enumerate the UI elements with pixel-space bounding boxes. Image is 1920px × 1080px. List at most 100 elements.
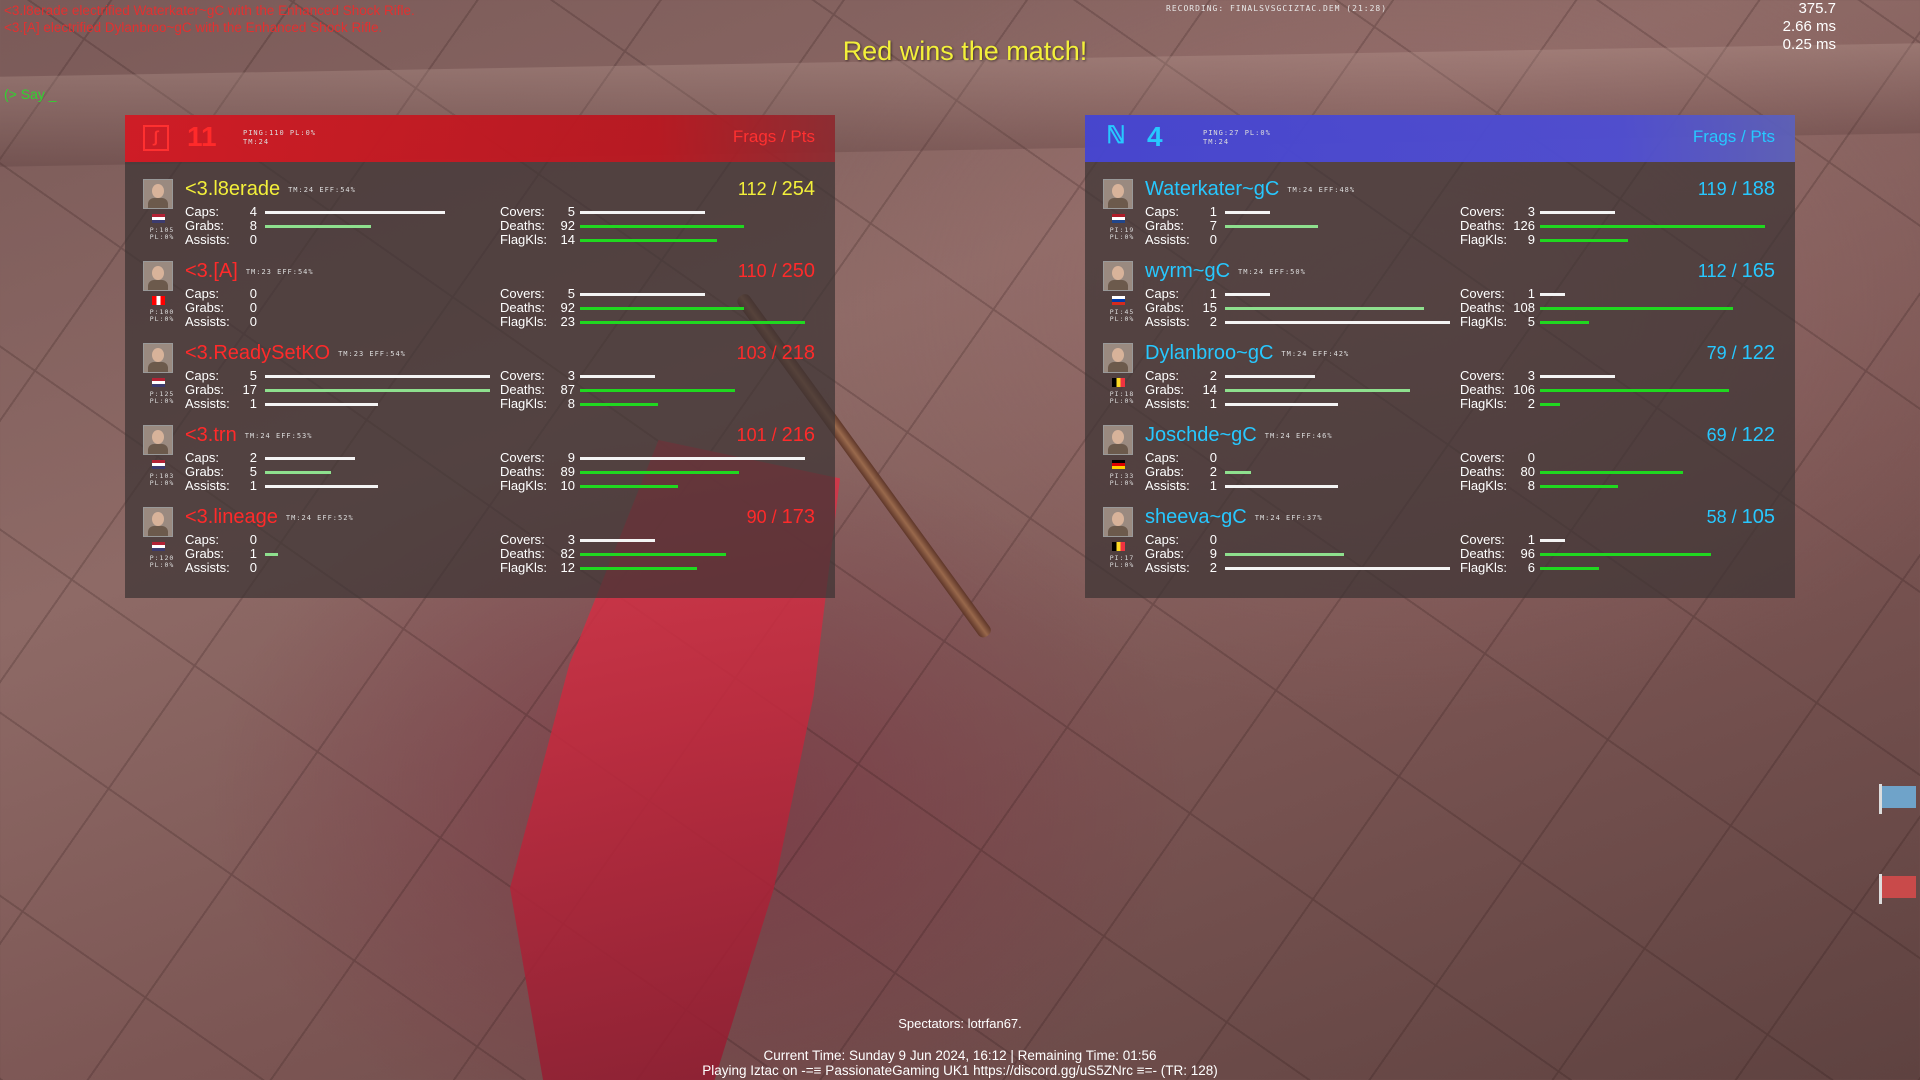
stat-bar <box>580 539 655 542</box>
player-ping-info: P:100 PL:0% <box>142 309 182 323</box>
stat-value: 2 <box>249 450 257 465</box>
blue-team-tm-line: TM:24 <box>1203 138 1230 146</box>
stat-covers: Covers: 1 <box>1460 533 1775 547</box>
player-name: Dylanbroo~gC TM:24 EFF:42% <box>1145 342 1349 365</box>
frags-pts-separator: / <box>766 179 782 199</box>
red-flag-icon <box>1879 874 1916 904</box>
fps-readout: 375.7 <box>1798 0 1836 17</box>
avatar-body <box>1108 280 1128 290</box>
stat-value: 0 <box>249 300 257 315</box>
player-avatar <box>143 261 173 291</box>
stat-bar <box>1225 471 1251 474</box>
stat-bar <box>265 471 331 474</box>
player-frags-pts: 112 / 254 <box>738 178 815 201</box>
player-packetloss: PL:0% <box>1109 315 1135 323</box>
player-frags-pts: 58 / 105 <box>1707 506 1775 529</box>
stat-assists: Assists: 0 <box>1145 233 1460 247</box>
player-row: PI:18 PL:0% Dylanbroo~gC TM:24 EFF:42% 79 / … <box>1085 336 1795 416</box>
stat-assists: Assists: 0 <box>185 315 500 329</box>
stat-value: 7 <box>1209 218 1217 233</box>
player-packetloss: PL:0% <box>149 315 175 323</box>
stat-value: 0 <box>1527 450 1535 465</box>
server-footer: Current Time: Sunday 9 Jun 2024, 16:12 |… <box>0 1048 1920 1078</box>
player-avatar <box>1103 343 1133 373</box>
avatar-head <box>152 512 164 526</box>
frags-pts-separator: / <box>1726 425 1742 445</box>
country-flag-icon <box>1112 378 1125 387</box>
country-flag-icon <box>1112 296 1125 305</box>
frags-pts-separator: / <box>766 507 782 527</box>
stat-value: 10 <box>560 478 575 493</box>
player-frags: 112 <box>737 179 767 199</box>
player-name-text: Joschde~gC <box>1145 424 1257 446</box>
frags-pts-header: Frags / Pts <box>732 127 815 146</box>
stat-grabs: Grabs: 14 <box>1145 383 1460 397</box>
stat-bar <box>580 293 705 296</box>
stat-covers: Covers: 0 <box>1460 451 1775 465</box>
player-frags: 58 <box>1706 507 1727 527</box>
stat-bar <box>265 403 378 406</box>
frags-pts-separator: / <box>766 343 782 363</box>
player-ping-info: P:105 PL:0% <box>142 227 182 241</box>
stat-value: 5 <box>249 368 257 383</box>
stat-bar <box>1540 567 1599 570</box>
avatar-head <box>1112 512 1124 526</box>
stat-value: 1 <box>1209 204 1217 219</box>
frags-pts-separator: / <box>1726 507 1742 527</box>
player-name-text: <3.l8erade <box>185 178 281 200</box>
stat-value: 14 <box>1202 382 1217 397</box>
stat-bar <box>265 375 490 378</box>
stat-bar <box>1540 403 1560 406</box>
frags-pts-separator: / <box>1726 343 1742 363</box>
stat-grabs: Grabs: 1 <box>185 547 500 561</box>
stat-bar <box>265 485 378 488</box>
stat-grabs: Grabs: 7 <box>1145 219 1460 233</box>
player-ping-info: PI:45 PL:0% <box>1102 309 1142 323</box>
stat-value: 8 <box>1527 478 1535 493</box>
stat-value: 108 <box>1513 300 1535 315</box>
stat-value: 1 <box>249 478 257 493</box>
stat-bar <box>580 457 805 460</box>
stat-value: 2 <box>1209 560 1217 575</box>
player-points: 105 <box>1741 506 1775 528</box>
stat-value: 3 <box>1527 204 1535 219</box>
stat-bar <box>1540 293 1565 296</box>
player-name-text: sheeva~gC <box>1145 506 1247 528</box>
stat-grabs: Grabs: 5 <box>185 465 500 479</box>
player-points: 165 <box>1741 260 1775 282</box>
player-name: Waterkater~gC TM:24 EFF:48% <box>1145 178 1355 201</box>
stat-grabs: Grabs: 8 <box>185 219 500 233</box>
stat-covers: Covers: 1 <box>1460 287 1775 301</box>
frags-pts-separator: / <box>766 425 782 445</box>
player-name-text: <3.lineage <box>185 506 278 528</box>
player-ping-info: P:103 PL:0% <box>142 473 182 487</box>
stat-value: 0 <box>249 532 257 547</box>
stat-value: 3 <box>567 368 575 383</box>
player-name-text: <3.[A] <box>185 260 238 282</box>
red-team-ping: PING:110 PL:0% TM:24 <box>243 129 316 147</box>
stat-grabs: Grabs: 9 <box>1145 547 1460 561</box>
stat-grabs: Grabs: 17 <box>185 383 500 397</box>
stat-caps: Caps: 2 <box>185 451 500 465</box>
player-frags-pts: 103 / 218 <box>737 342 815 365</box>
stat-bar <box>1540 211 1615 214</box>
player-avatar <box>1103 507 1133 537</box>
say-prompt[interactable]: (> Say _ <box>4 86 57 102</box>
stat-value: 23 <box>560 314 575 329</box>
stat-caps: Caps: 2 <box>1145 369 1460 383</box>
stat-value: 92 <box>560 300 575 315</box>
stat-bar <box>1225 321 1450 324</box>
stat-value: 80 <box>1520 464 1535 479</box>
player-packetloss: PL:0% <box>149 479 175 487</box>
player-points: 254 <box>781 178 815 200</box>
stat-caps: Caps: 0 <box>1145 533 1460 547</box>
stat-value: 82 <box>560 546 575 561</box>
avatar-body <box>148 444 168 454</box>
player-name-text: Dylanbroo~gC <box>1145 342 1274 364</box>
stat-flagkls: FlagKls: 14 <box>500 233 815 247</box>
stat-caps: Caps: 0 <box>1145 451 1460 465</box>
stat-caps: Caps: 0 <box>185 533 500 547</box>
player-ping-info: P:125 PL:0% <box>142 391 182 405</box>
stat-value: 0 <box>249 560 257 575</box>
stat-value: 15 <box>1202 300 1217 315</box>
